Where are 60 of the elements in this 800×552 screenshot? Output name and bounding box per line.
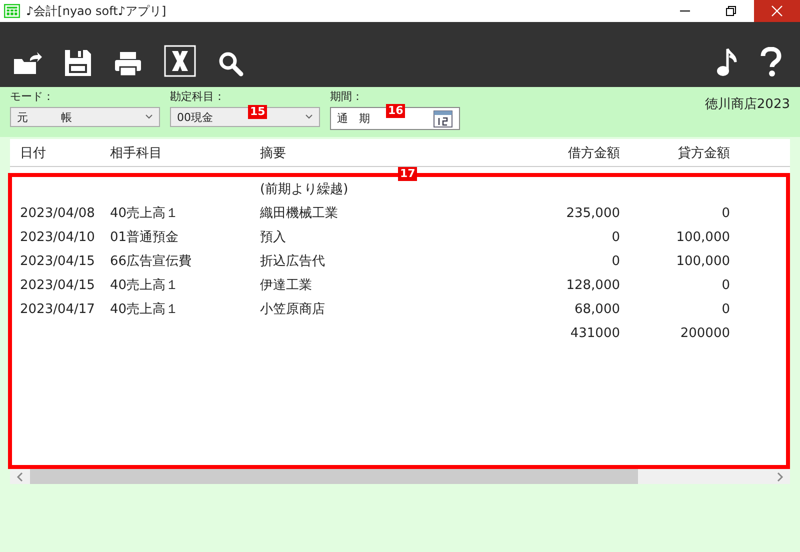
table-cell-text: 2023/04/10 [19, 230, 96, 244]
scroll-thumb[interactable] [30, 469, 638, 484]
table-cell-text: 66広告宣伝費 [110, 253, 193, 270]
table-cell-text: 128,000 [565, 278, 620, 292]
table-cell-text: 2023/04/15 [19, 254, 96, 268]
column-header[interactable]: 借方金額 [460, 144, 620, 162]
column-header[interactable]: 貸方金額 [620, 144, 730, 162]
folder-icon[interactable] [12, 51, 42, 77]
column-header[interactable]: 摘要 [260, 144, 460, 162]
table-cell-text: (前期より繰越) [260, 181, 350, 198]
table-cell-text: 431000 [569, 326, 620, 340]
restore-icon[interactable] [725, 5, 737, 17]
table-cell-text: 200000 [679, 326, 730, 340]
table-cell-text: 0 [610, 254, 620, 268]
table-cell-text: 預入 [260, 229, 287, 246]
window-title: ♪会計[nyao soft♪アプリ] [26, 2, 166, 20]
table-cell-text: 68,000 [574, 302, 620, 316]
app-icon [4, 4, 20, 18]
close-button[interactable] [754, 0, 800, 22]
table-cell-text: 2023/04/15 [19, 278, 96, 292]
print-icon[interactable] [114, 51, 142, 77]
caret-icon [305, 114, 313, 120]
table-cell-text: 40売上高１ [110, 205, 180, 222]
field-label: 勘定科目： [170, 89, 226, 105]
help-icon[interactable] [760, 47, 782, 77]
table-cell-text: 伊達工業 [260, 277, 313, 294]
table-cell-text: 織田機械工業 [260, 205, 339, 222]
table-cell-text: 100,000 [675, 230, 730, 244]
table-cell-text: 235,000 [565, 206, 620, 220]
close-icon[interactable] [771, 5, 783, 17]
field-label: モード： [10, 89, 55, 105]
table-cell-text: 2023/04/17 [19, 302, 96, 316]
callout-number: 15 [248, 105, 268, 119]
table-cell-text: 折込広告代 [260, 253, 326, 270]
excel-icon[interactable] [164, 45, 196, 77]
scroll-right-icon[interactable] [776, 472, 784, 482]
table-cell-text: 40売上高１ [110, 301, 180, 318]
column-header[interactable]: 相手科目 [110, 144, 260, 162]
column-header[interactable]: 日付 [10, 144, 110, 162]
company-name: 徳川商店2023 [704, 96, 790, 114]
table-cell-text: 2023/04/08 [19, 206, 96, 220]
caret-icon [145, 114, 153, 120]
callout-number: 17 [398, 167, 418, 181]
music-note-icon[interactable] [716, 47, 738, 77]
table-cell-text: 0 [720, 302, 730, 316]
field-label: 期間： [330, 89, 364, 105]
scroll-left-icon[interactable] [16, 472, 24, 482]
horizontal-scrollbar[interactable] [10, 469, 790, 484]
table-cell-text: 100,000 [675, 254, 730, 268]
table-cell-text: 01普通預金 [110, 228, 180, 246]
table-cell-text: 0 [720, 278, 730, 292]
table-cell-text: 小笠原商店 [260, 301, 326, 318]
save-icon[interactable] [64, 49, 92, 77]
calendar-icon[interactable] [433, 110, 453, 128]
table-cell-text: 40売上高１ [110, 277, 180, 294]
callout-number: 16 [386, 104, 406, 118]
dropdown[interactable]: 元 帳 [10, 107, 160, 127]
table-cell-text: 0 [720, 206, 730, 220]
table-cell-text: 0 [610, 230, 620, 244]
search-icon[interactable] [218, 51, 244, 77]
